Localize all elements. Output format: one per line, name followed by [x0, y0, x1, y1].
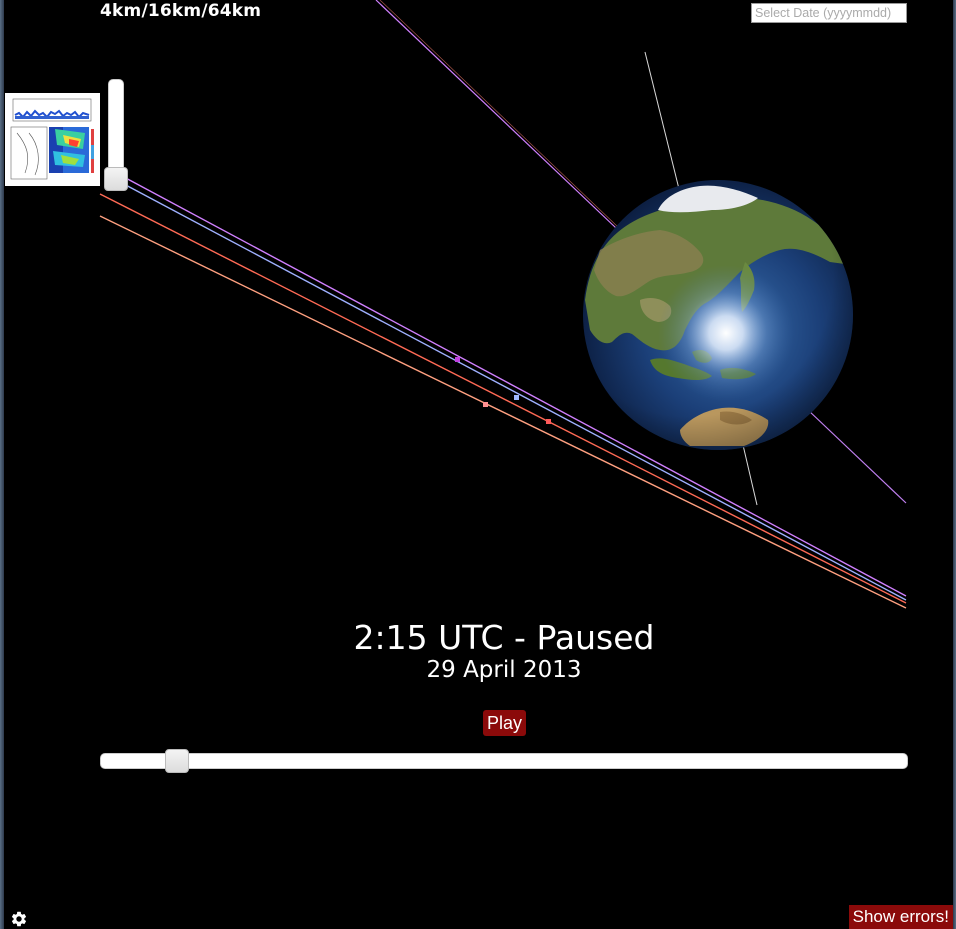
timeline-slider-track[interactable]	[100, 753, 908, 769]
satellite-marker-pink[interactable]	[483, 402, 488, 407]
resolution-label: 4km/16km/64km	[100, 1, 262, 21]
show-errors-button[interactable]: Show errors!	[848, 905, 953, 929]
satellite-marker-red[interactable]	[546, 419, 551, 424]
satellite-marker-blue[interactable]	[514, 395, 519, 400]
timeline-slider-handle[interactable]	[165, 749, 189, 773]
axis-line-south	[742, 444, 758, 506]
orbit-line-upper	[375, 0, 617, 229]
satellite-marker-violet[interactable]	[455, 357, 460, 362]
axis-line-north	[644, 51, 682, 198]
play-button[interactable]: Play	[483, 710, 527, 736]
time-status-title: 2:15 UTC - Paused	[353, 618, 655, 657]
zoom-slider-handle[interactable]	[104, 167, 128, 191]
thumbnail-image	[5, 93, 100, 186]
date-title: 29 April 2013	[426, 657, 582, 683]
app-window: 4km/16km/64km 2:15 UTC -	[0, 0, 956, 929]
gear-icon[interactable]	[10, 910, 28, 928]
globe-3d-view[interactable]	[0, 0, 956, 929]
data-product-thumbnail[interactable]	[5, 93, 100, 186]
orbit-line-right	[807, 409, 907, 504]
earth-globe[interactable]	[583, 180, 853, 450]
orbit-line-upper-2	[379, 0, 619, 228]
date-select-input[interactable]	[751, 3, 907, 23]
